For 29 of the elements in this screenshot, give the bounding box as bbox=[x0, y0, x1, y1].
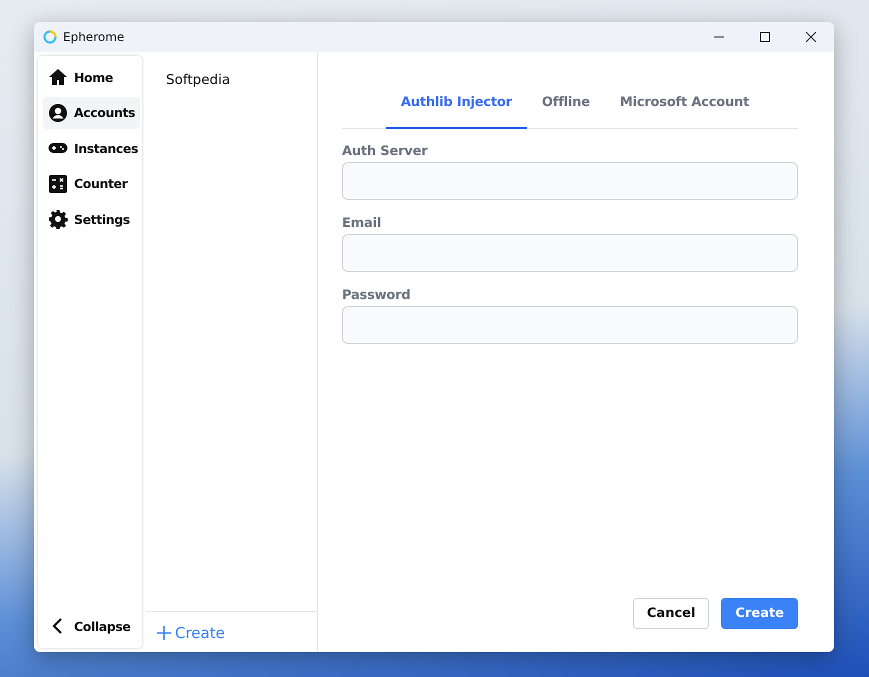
nav-item[interactable]: Settings bbox=[43, 203, 135, 235]
calculator-icon bbox=[48, 174, 68, 194]
nav-item[interactable]: Home bbox=[43, 61, 118, 93]
close-icon bbox=[806, 32, 816, 42]
plus-icon bbox=[157, 626, 171, 640]
nav-item[interactable]: Instances bbox=[43, 132, 144, 164]
account-item[interactable]: Softpedia bbox=[166, 72, 230, 88]
field-label: Auth Server bbox=[342, 144, 429, 159]
cancel-button[interactable]: Cancel bbox=[632, 598, 710, 629]
tab[interactable]: Authlib Injector bbox=[386, 80, 527, 129]
gear-icon bbox=[48, 209, 68, 229]
minimize-icon bbox=[714, 36, 724, 38]
tab[interactable]: Microsoft Account bbox=[604, 80, 764, 129]
input-field[interactable] bbox=[342, 234, 798, 272]
input-field[interactable] bbox=[342, 162, 798, 200]
collapse-button[interactable]: Collapse bbox=[43, 610, 137, 642]
submit-button[interactable]: Create bbox=[721, 598, 798, 629]
nav-item[interactable]: Accounts bbox=[43, 96, 140, 128]
input-field[interactable] bbox=[342, 306, 798, 344]
field-label: Email bbox=[342, 216, 382, 231]
create-account-button[interactable]: Create bbox=[157, 624, 225, 642]
nav-item[interactable]: Counter bbox=[43, 168, 132, 200]
home-icon bbox=[48, 67, 68, 87]
field-label: Password bbox=[342, 288, 412, 303]
window-title: Epherome bbox=[63, 30, 126, 44]
app-logo-icon bbox=[43, 30, 57, 44]
tab[interactable]: Offline bbox=[526, 80, 605, 129]
maximize-icon bbox=[760, 32, 770, 42]
user-icon bbox=[48, 102, 68, 122]
